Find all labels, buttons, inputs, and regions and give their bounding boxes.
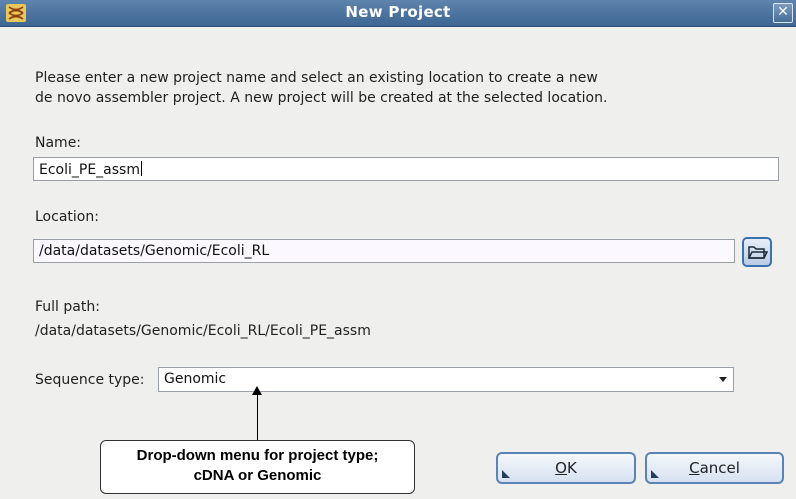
cancel-label-rest: ancel <box>699 459 740 477</box>
callout-line-2: cDNA or Genomic <box>193 467 322 484</box>
full-path-label: Full path: <box>35 299 100 315</box>
description: Please enter a new project name and sele… <box>35 68 607 108</box>
browse-button[interactable] <box>742 237 772 267</box>
sequence-type-value: Genomic <box>164 371 227 387</box>
location-input[interactable]: /data/datasets/Genomic/Ecoli_RL <box>33 239 735 263</box>
name-input-value: Ecoli_PE_assm <box>39 162 140 178</box>
cancel-button[interactable]: Cancel <box>645 452 784 484</box>
button-corner-icon <box>502 470 510 478</box>
sequence-type-dropdown[interactable]: Genomic <box>158 367 734 392</box>
ok-mnemonic: O <box>555 459 567 477</box>
callout-arrow-line <box>257 392 258 440</box>
chevron-down-icon[interactable] <box>719 377 727 382</box>
ok-label-rest: K <box>566 459 577 477</box>
title-bar: New Project ✕ <box>0 0 796 27</box>
folder-open-icon <box>747 246 769 259</box>
text-caret <box>140 161 142 176</box>
cancel-mnemonic: C <box>689 459 700 477</box>
new-project-dialog: New Project ✕ Please enter a new project… <box>0 0 796 499</box>
button-corner-icon <box>651 470 659 478</box>
ok-button[interactable]: OK <box>496 452 636 484</box>
close-icon[interactable]: ✕ <box>773 3 793 23</box>
name-input[interactable]: Ecoli_PE_assm <box>33 157 779 181</box>
callout-line-1: Drop-down menu for project type; <box>136 447 379 464</box>
name-label: Name: <box>35 135 82 151</box>
window-title: New Project <box>345 3 451 21</box>
description-line-1: Please enter a new project name and sele… <box>35 70 598 86</box>
annotation-callout: Drop-down menu for project type; cDNA or… <box>100 440 415 494</box>
full-path-value: /data/datasets/Genomic/Ecoli_RL/Ecoli_PE… <box>35 323 371 339</box>
location-label: Location: <box>35 209 99 225</box>
sequence-type-label: Sequence type: <box>35 372 145 388</box>
description-line-2: de novo assembler project. A new project… <box>35 90 608 106</box>
